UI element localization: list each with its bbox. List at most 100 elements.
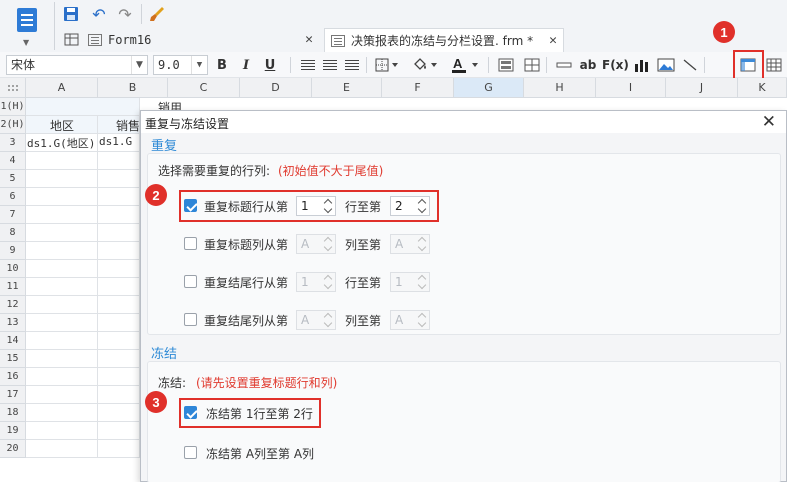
bold-button[interactable]: B	[212, 55, 232, 75]
row-header[interactable]: 10	[0, 260, 26, 278]
cell-a3[interactable]: ds1.G(地区)	[26, 134, 98, 152]
repeat-title-cols-from[interactable]: A	[296, 234, 336, 254]
grid-cell[interactable]	[26, 242, 98, 260]
grid-cell[interactable]	[26, 314, 98, 332]
close-icon[interactable]: ✕	[305, 32, 313, 47]
row-header[interactable]: 18	[0, 404, 26, 422]
grid-cell[interactable]	[98, 206, 140, 224]
grid-cell[interactable]	[98, 404, 140, 422]
grid-cell[interactable]	[98, 350, 140, 368]
grid-cell[interactable]	[98, 188, 140, 206]
redo-button[interactable]: ↷	[114, 3, 136, 25]
repeat-title-cols-to[interactable]: A	[390, 234, 430, 254]
image-button[interactable]	[656, 55, 676, 75]
stepper-arrows-icon[interactable]	[323, 236, 334, 252]
underline-button[interactable]: U	[260, 55, 280, 75]
grid-cell[interactable]	[98, 314, 140, 332]
stepper-arrows-icon[interactable]	[323, 312, 334, 328]
split-cells-button[interactable]	[522, 55, 542, 75]
border-button[interactable]	[372, 55, 402, 75]
chart-button[interactable]	[632, 55, 652, 75]
column-header[interactable]: F	[382, 78, 454, 98]
repeat-footer-cols-to[interactable]: A	[390, 310, 430, 330]
grid-cell[interactable]	[26, 422, 98, 440]
stepper-arrows-icon[interactable]	[417, 236, 428, 252]
row-header[interactable]: 2(H)	[0, 116, 26, 134]
close-icon[interactable]: ✕	[549, 33, 557, 48]
repeat-title-rows-to[interactable]: 2	[390, 196, 430, 216]
format-painter-button[interactable]	[146, 3, 168, 25]
column-header[interactable]: J	[666, 78, 738, 98]
grid-cell[interactable]	[98, 170, 140, 188]
column-header[interactable]: C	[168, 78, 240, 98]
repeat-footer-rows-checkbox[interactable]	[184, 275, 197, 288]
align-center-button[interactable]	[320, 55, 340, 75]
grid-cell[interactable]	[98, 440, 140, 458]
grid-cell[interactable]	[26, 188, 98, 206]
freeze-cols-checkbox[interactable]	[184, 446, 197, 459]
stepper-arrows-icon[interactable]	[417, 198, 428, 214]
row-header[interactable]: 14	[0, 332, 26, 350]
grid-cell[interactable]	[98, 224, 140, 242]
grid-cell[interactable]	[26, 170, 98, 188]
merge-cells-button[interactable]	[496, 55, 516, 75]
grid-cell[interactable]	[98, 368, 140, 386]
text-button[interactable]: ab	[578, 55, 598, 75]
grid-cell[interactable]	[26, 224, 98, 242]
slash-button[interactable]	[680, 55, 700, 75]
grid-cell[interactable]	[26, 350, 98, 368]
row-header[interactable]: 9	[0, 242, 26, 260]
cell-b3[interactable]: ds1.G	[98, 134, 140, 152]
insert-row-button[interactable]	[554, 55, 574, 75]
row-header[interactable]: 8	[0, 224, 26, 242]
row-header[interactable]: 20	[0, 440, 26, 458]
repeat-title-rows-checkbox[interactable]	[184, 199, 197, 212]
column-header[interactable]: A	[26, 78, 98, 98]
grid-cell[interactable]	[26, 206, 98, 224]
grid-cell[interactable]	[26, 404, 98, 422]
grid-cell[interactable]	[26, 278, 98, 296]
row-header[interactable]: 13	[0, 314, 26, 332]
repeat-footer-cols-from[interactable]: A	[296, 310, 336, 330]
stepper-arrows-icon[interactable]	[323, 198, 334, 214]
column-header[interactable]: E	[312, 78, 382, 98]
row-header[interactable]: 12	[0, 296, 26, 314]
row-header[interactable]: 11	[0, 278, 26, 296]
repeat-footer-cols-checkbox[interactable]	[184, 313, 197, 326]
grid-cell[interactable]	[98, 260, 140, 278]
stepper-arrows-icon[interactable]	[417, 312, 428, 328]
column-header[interactable]: G	[454, 78, 524, 98]
row-header[interactable]: 16	[0, 368, 26, 386]
grid-cell[interactable]	[98, 386, 140, 404]
row-header[interactable]: 1(H)	[0, 98, 26, 116]
corner-cell[interactable]	[0, 78, 26, 98]
column-header[interactable]: I	[596, 78, 666, 98]
grid-cell[interactable]	[26, 260, 98, 278]
font-name-select[interactable]: 宋体 ▼	[6, 55, 148, 75]
italic-button[interactable]: I	[236, 55, 256, 75]
grid-cell[interactable]	[26, 332, 98, 350]
repeat-title-cols-checkbox[interactable]	[184, 237, 197, 250]
grid-cell[interactable]	[98, 242, 140, 260]
row-header[interactable]: 6	[0, 188, 26, 206]
font-color-button[interactable]: A	[448, 55, 482, 75]
row-header[interactable]: 19	[0, 422, 26, 440]
grid-cell[interactable]	[98, 296, 140, 314]
save-button[interactable]	[60, 3, 82, 25]
grid-cell[interactable]	[98, 152, 140, 170]
grid-cell[interactable]	[26, 152, 98, 170]
font-size-select[interactable]: 9.0 ▼	[153, 55, 208, 75]
grid-cell[interactable]	[98, 422, 140, 440]
cell-a2[interactable]: 地区	[26, 116, 98, 134]
stepper-arrows-icon[interactable]	[323, 274, 334, 290]
formula-button[interactable]: F(x)	[602, 55, 629, 75]
align-left-button[interactable]	[298, 55, 318, 75]
row-header[interactable]: 4	[0, 152, 26, 170]
cell-b2[interactable]: 销售	[98, 116, 140, 134]
align-right-button[interactable]	[342, 55, 362, 75]
grid-cell[interactable]	[98, 278, 140, 296]
grid-cell[interactable]	[26, 368, 98, 386]
tab-form16[interactable]: Form16 ✕	[64, 28, 319, 52]
undo-button[interactable]: ↶	[88, 3, 110, 25]
stepper-arrows-icon[interactable]	[417, 274, 428, 290]
